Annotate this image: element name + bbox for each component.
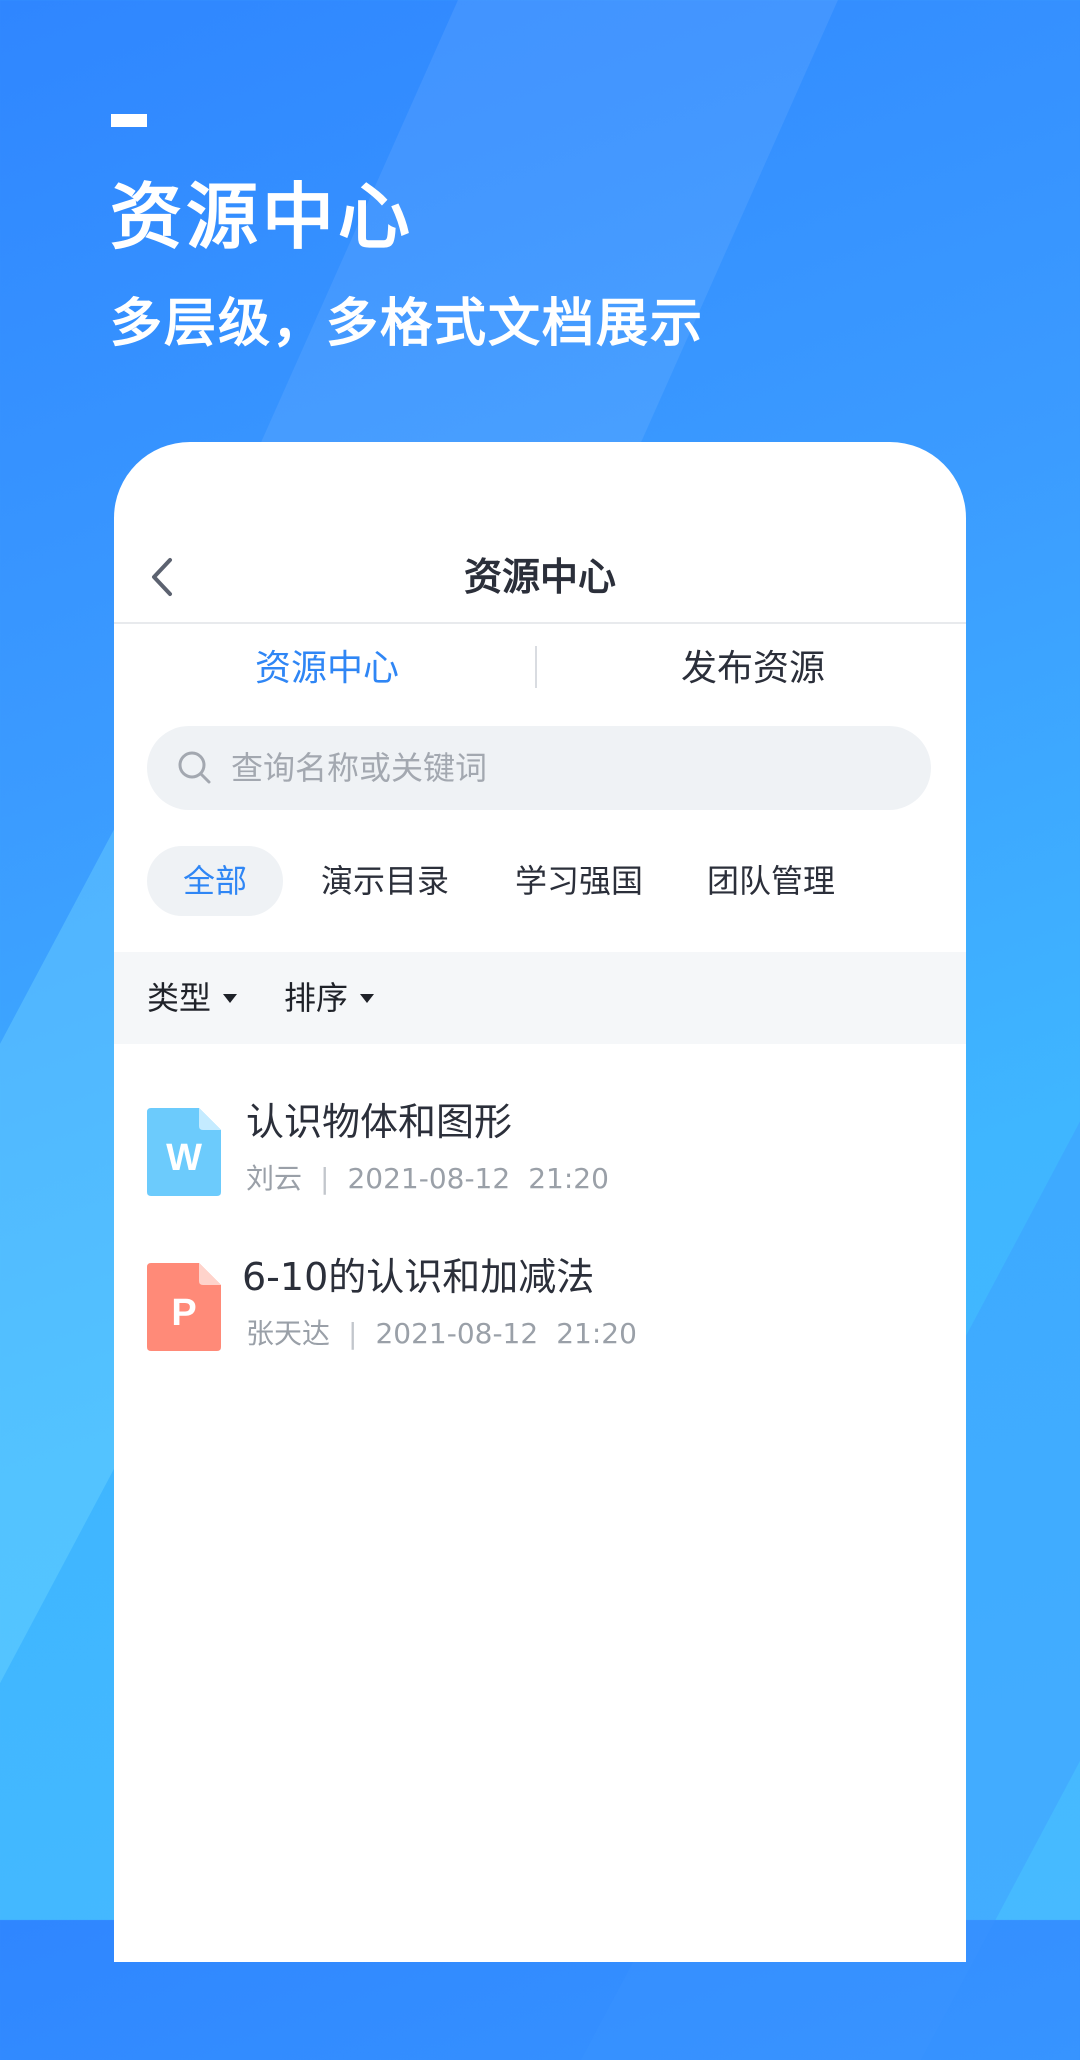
tab-bar: 资源中心 发布资源: [114, 624, 966, 714]
file-type-letter: P: [171, 1292, 196, 1334]
category-chip-xuexi-qiangguo[interactable]: 学习强国: [515, 846, 643, 916]
file-title: 6-10的认识和加减法: [242, 1255, 595, 1299]
file-author: 张天达: [246, 1317, 331, 1350]
powerpoint-document-icon: P: [147, 1263, 221, 1351]
file-author: 刘云: [246, 1162, 303, 1195]
category-chip-all[interactable]: 全部: [147, 846, 283, 916]
caret-down-icon: [223, 993, 238, 1003]
hero-subtitle: 多层级，多格式文档展示: [110, 294, 705, 354]
tab-divider: [535, 646, 537, 688]
file-list-item[interactable]: P 6-10的认识和加减法 张天达 | 2021-08-12 21:20: [114, 1247, 966, 1377]
category-chip-team-management[interactable]: 团队管理: [707, 846, 835, 916]
file-date: 2021-08-12: [347, 1162, 511, 1195]
filter-bar: 类型 排序: [114, 952, 966, 1044]
word-document-icon: W: [147, 1108, 221, 1196]
tab-publish-resource[interactable]: 发布资源: [540, 624, 966, 714]
caret-down-icon: [360, 993, 375, 1003]
file-title: 认识物体和图形: [246, 1100, 513, 1144]
phone-screen-card: 资源中心 资源中心 发布资源 全部 演示目录 学习强国 团队管理 类型 排序: [114, 442, 966, 1962]
file-time: 21:20: [556, 1317, 637, 1350]
tab-resource-center[interactable]: 资源中心: [114, 624, 540, 714]
category-chips: 全部 演示目录 学习强国 团队管理: [147, 846, 947, 916]
hero-title: 资源中心: [110, 175, 415, 259]
filter-type-dropdown[interactable]: 类型: [147, 952, 238, 1044]
search-icon: [177, 750, 213, 786]
file-list-item[interactable]: W 认识物体和图形 刘云 | 2021-08-12 21:20: [114, 1092, 966, 1222]
file-time: 21:20: [528, 1162, 609, 1195]
file-date: 2021-08-12: [375, 1317, 539, 1350]
file-meta: 张天达 | 2021-08-12 21:20: [246, 1317, 637, 1350]
hero-accent-dash: [111, 114, 147, 127]
search-bar: [147, 726, 931, 810]
filter-sort-dropdown[interactable]: 排序: [284, 952, 375, 1044]
filter-label: 排序: [284, 979, 349, 1017]
search-input[interactable]: [231, 726, 911, 810]
page-title: 资源中心: [463, 555, 616, 599]
category-chip-demo-directory[interactable]: 演示目录: [321, 846, 449, 916]
file-meta: 刘云 | 2021-08-12 21:20: [246, 1162, 609, 1195]
file-type-letter: W: [166, 1137, 202, 1179]
filter-label: 类型: [147, 979, 212, 1017]
navigation-bar: 资源中心: [114, 532, 966, 624]
